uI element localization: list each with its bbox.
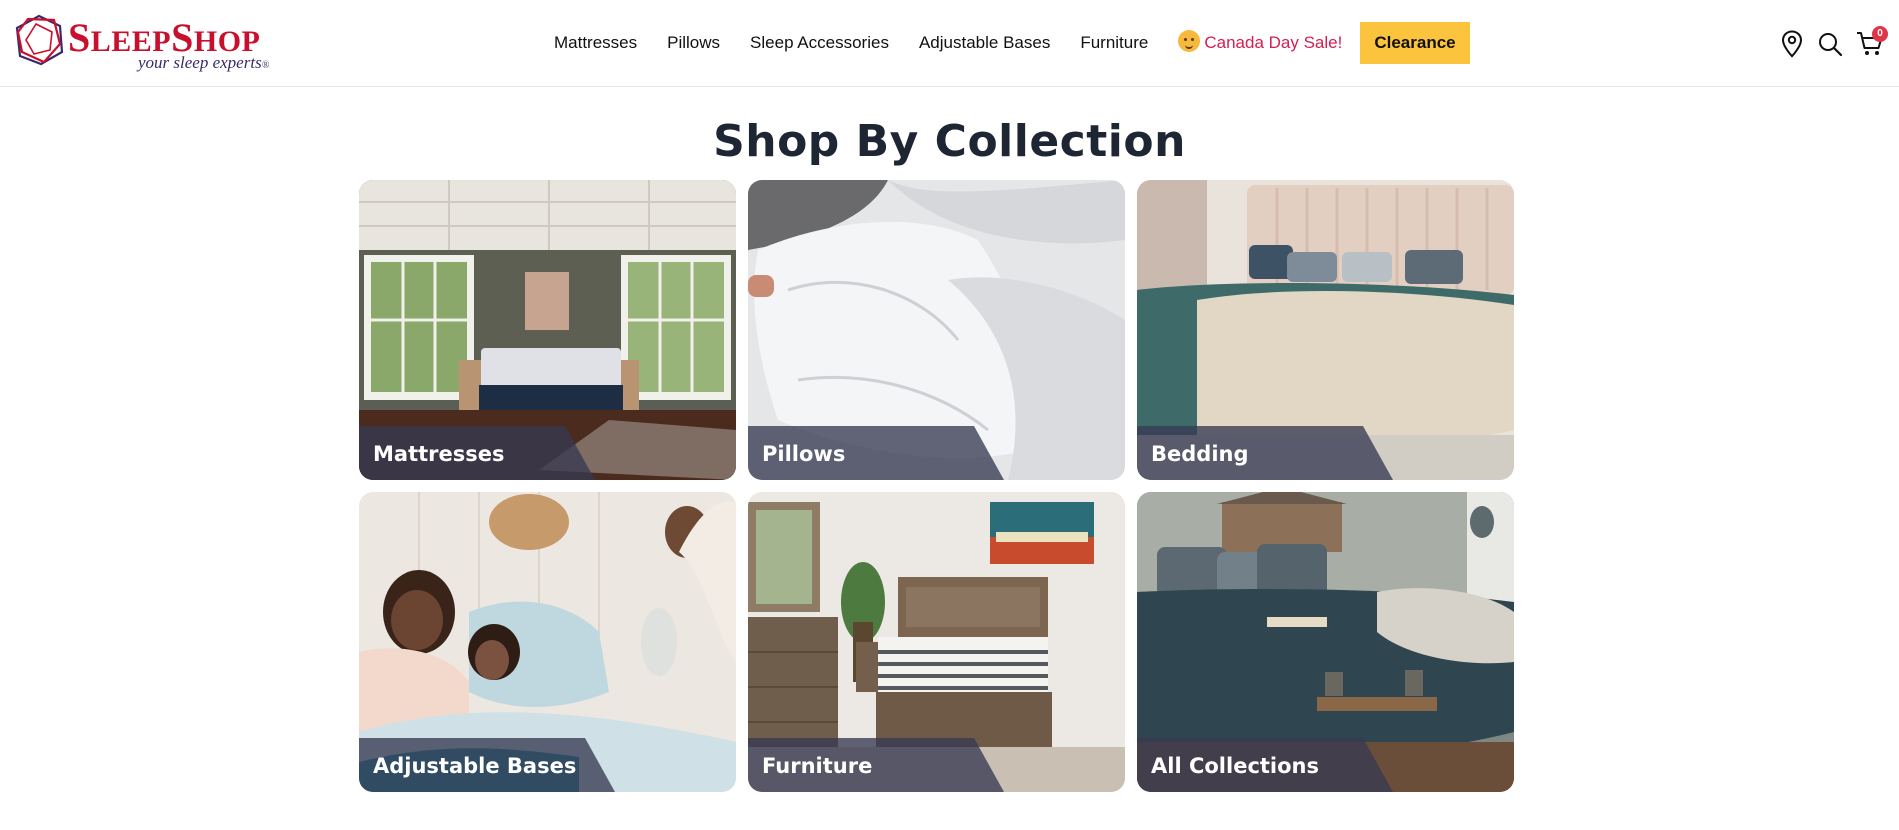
nav-mattresses[interactable]: Mattresses [552,22,652,64]
logo-mark-icon [15,14,64,66]
collection-grid: Mattresses Pillows Bedding Adjustable Ba… [359,180,1515,792]
collection-label: Pillows [762,442,846,466]
collection-label: Mattresses [373,442,505,466]
collection-label: All Collections [1151,754,1319,778]
logo-tagline: your sleep experts® [138,53,270,72]
nav-adjustable-bases[interactable]: Adjustable Bases [904,22,1065,64]
section-title: Shop By Collection [713,116,1186,167]
main-nav: Mattresses Pillows Sleep Accessories Adj… [552,22,1470,64]
collection-card-bedding[interactable]: Bedding [1137,180,1514,480]
collection-card-mattresses[interactable]: Mattresses [359,180,736,480]
header-utilities: 0 [1776,26,1896,62]
cart-count-badge: 0 [1872,26,1888,42]
nav-canada-day-sale[interactable]: Canada Day Sale! [1163,22,1357,64]
nav-sleep-accessories[interactable]: Sleep Accessories [735,22,904,64]
site-header: SLEEPSHOP your sleep experts® Mattresses… [0,0,1899,87]
collection-label: Adjustable Bases [373,754,577,778]
party-face-icon [1178,30,1201,52]
nav-pillows[interactable]: Pillows [652,22,735,64]
collection-card-pillows[interactable]: Pillows [748,180,1125,480]
search-button[interactable] [1814,26,1846,62]
collection-label: Furniture [762,754,873,778]
nav-sale-label: Canada Day Sale! [1204,33,1343,52]
collection-card-all-collections[interactable]: All Collections [1137,492,1514,792]
collection-card-adjustable-bases[interactable]: Adjustable Bases [359,492,736,792]
sleepshop-logo[interactable]: SLEEPSHOP your sleep experts® [14,14,274,72]
store-locator-button[interactable] [1776,26,1808,62]
cart-button[interactable]: 0 [1854,26,1888,62]
collection-card-furniture[interactable]: Furniture [748,492,1125,792]
search-icon [1819,33,1843,57]
collection-label: Bedding [1151,442,1249,466]
nav-clearance[interactable]: Clearance [1360,22,1470,64]
nav-furniture[interactable]: Furniture [1065,22,1163,64]
map-pin-icon [1781,30,1803,58]
